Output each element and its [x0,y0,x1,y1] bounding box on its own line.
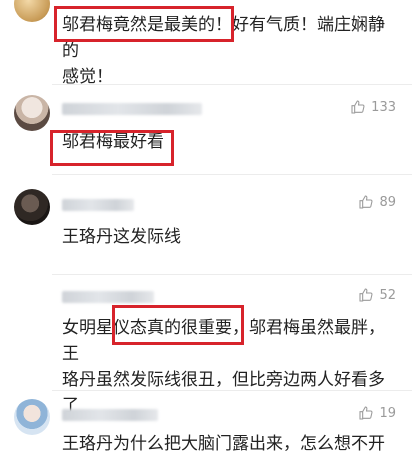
comment-item-3: 89 王珞丹这发际线 [0,175,412,273]
like-button[interactable]: 19 [358,405,396,421]
username-blurred [62,409,158,421]
avatar[interactable] [14,95,50,131]
highlight-box [112,305,244,345]
thumbs-up-icon [351,100,365,114]
like-count: 89 [379,194,396,210]
avatar[interactable] [14,189,50,225]
like-button[interactable]: 89 [358,194,396,210]
thumbs-up-icon [359,288,373,302]
like-count: 19 [379,405,396,421]
thumbs-up-icon [359,195,373,209]
comment-text: 王珞丹为什么把大脑门露出来，怎么想不开 [62,434,385,454]
username-blurred [62,199,134,211]
avatar[interactable] [14,0,50,22]
comment-item-5: 19 王珞丹为什么把大脑门露出来，怎么想不开 [0,391,412,463]
like-count: 52 [379,287,396,303]
avatar[interactable] [14,399,50,435]
like-button[interactable]: 52 [358,287,396,303]
username-blurred [62,103,202,115]
highlight-box [50,130,174,166]
thumbs-up-icon [359,406,373,420]
like-button[interactable]: 133 [350,99,396,115]
highlight-box [54,6,234,42]
username-blurred [62,291,154,303]
like-count: 133 [371,99,396,115]
comment-text: 王珞丹这发际线 [62,227,181,247]
